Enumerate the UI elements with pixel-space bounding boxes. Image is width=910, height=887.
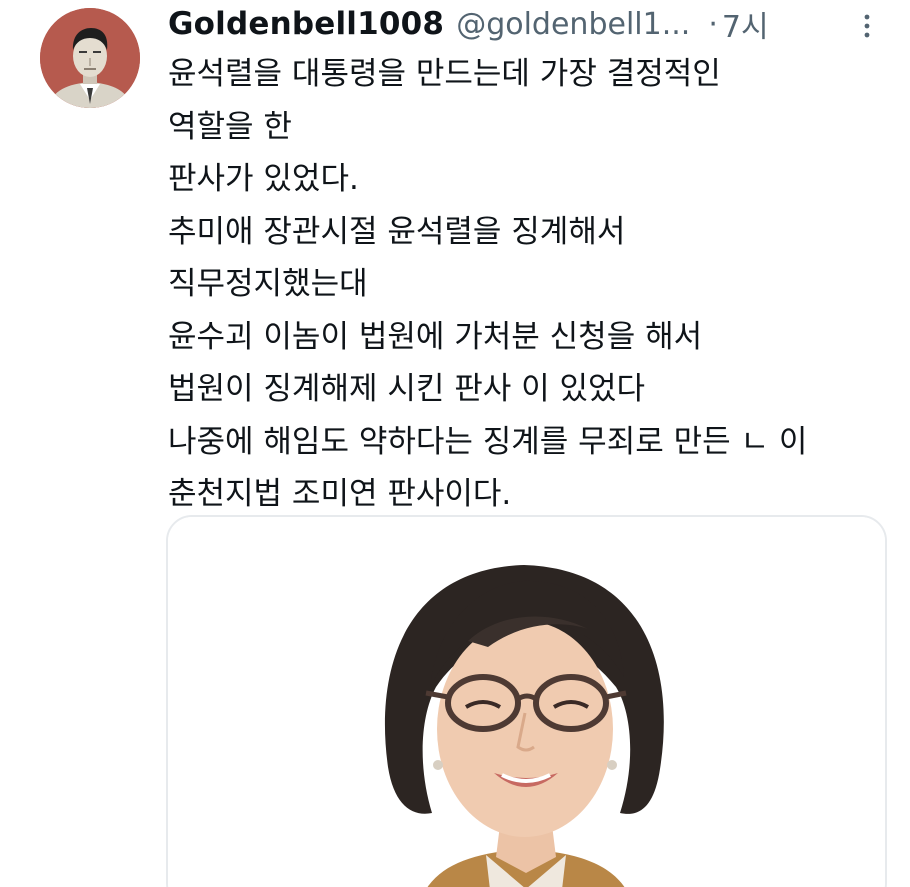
tweet-text-line: 나중에 해임도 약하다는 징계를 무죄로 만든 ㄴ 이 <box>168 423 808 460</box>
timestamp[interactable]: 7시 <box>722 2 769 46</box>
user-handle[interactable]: @goldenbell1... <box>456 7 690 42</box>
tweet-text-line: 춘천지법 조미연 판사이다. <box>168 476 512 512</box>
tweet-text-line: 역할을 한 <box>168 108 292 145</box>
tweet-text-line: 법원이 징계해제 시킨 판사 이 있었다 <box>168 371 646 407</box>
tweet-text-line: 윤수괴 이놈이 법원에 가처분 신청을 해서 <box>168 318 703 355</box>
tweet-text-line: 추미애 장관시절 윤석렬을 징계해서 <box>168 213 626 250</box>
tweet-header: Goldenbell1008 @goldenbell1... · 7시 <box>168 2 769 46</box>
tweet-text-line: 직무정지했는대 <box>168 266 368 302</box>
tweet-text: 윤석렬을 대통령을 만드는데 가장 결정적인 역할을 한 판사가 있었다. 추미… <box>168 48 807 521</box>
more-vertical-icon <box>864 14 870 38</box>
media-card[interactable] <box>166 515 887 887</box>
more-options-button[interactable] <box>858 8 876 44</box>
avatar-portrait <box>40 8 140 108</box>
portrait-photo <box>168 517 885 887</box>
avatar[interactable] <box>40 8 140 108</box>
tweet-text-line: 윤석렬을 대통령을 만드는데 가장 결정적인 <box>168 56 721 92</box>
tweet-text-line: 판사가 있었다. <box>168 161 359 197</box>
separator-dot: · <box>708 6 718 42</box>
display-name[interactable]: Goldenbell1008 <box>168 6 444 42</box>
